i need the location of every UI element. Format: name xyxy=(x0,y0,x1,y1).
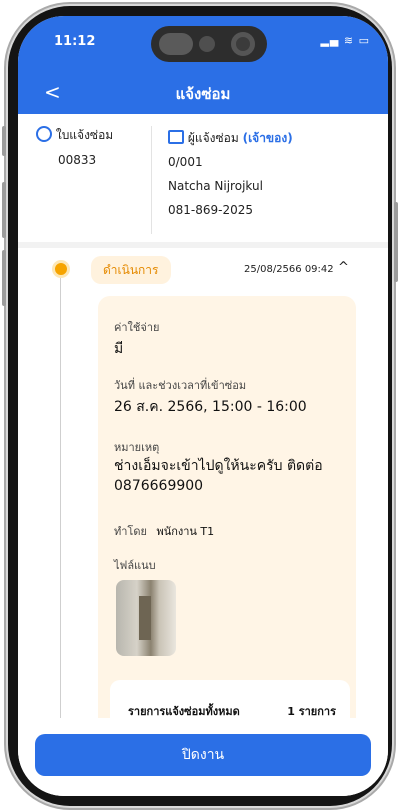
dynamic-island xyxy=(151,26,267,62)
collapse-chevron-icon[interactable]: ^ xyxy=(338,260,349,275)
timeline-datetime: 25/08/2566 09:42 xyxy=(244,264,334,275)
note-value: ช่างเอ็มจะเข้าไปดูให้นะครับ ติดต่อ 08766… xyxy=(114,458,323,494)
reporter-unit: 0/001 xyxy=(168,155,203,169)
reporter-label-row: ผู้แจ้งซ่อม (เจ้าของ) xyxy=(168,126,293,150)
schedule-value: 26 ส.ค. 2566, 15:00 - 16:00 xyxy=(114,399,307,415)
bottom-bar: ปิดงาน xyxy=(18,718,388,796)
request-icon xyxy=(36,126,52,142)
request-label: ใบแจ้งซ่อม xyxy=(55,128,114,142)
attachment-thumbnail[interactable] xyxy=(116,580,176,656)
reporter-block: ผู้แจ้งซ่อม (เจ้าของ) 0/001 Natcha Nijro… xyxy=(168,126,293,222)
volume-up-button xyxy=(2,182,6,238)
schedule-label: วันที่ และช่วงเวลาที่เข้าซ่อม xyxy=(114,379,247,392)
note-label: หมายเหตุ xyxy=(114,441,160,454)
timeline-line xyxy=(60,264,61,724)
performed-by-label: ทำโดย xyxy=(114,525,147,538)
divider xyxy=(151,126,152,234)
request-number: 00833 xyxy=(58,153,97,167)
app-header: 11:12 ▂▄ ≋ ▭ < แจ้งซ่อม xyxy=(18,16,388,114)
reporter-name: Natcha Nijrojkul xyxy=(168,179,263,193)
status-icons: ▂▄ ≋ ▭ xyxy=(320,34,370,47)
island-pill xyxy=(159,33,193,55)
page-title: แจ้งซ่อม xyxy=(175,85,231,103)
reporter-phone[interactable]: 081-869-2025 xyxy=(168,198,293,222)
performed-by-row: ทำโดย พนักงาน T1 xyxy=(114,522,214,540)
performed-by-value: พนักงาน T1 xyxy=(156,525,215,538)
home-icon xyxy=(168,130,184,144)
status-badge: ดำเนินการ xyxy=(91,256,171,284)
request-number-block: ใบแจ้งซ่อม 00833 xyxy=(36,126,113,167)
silent-switch xyxy=(2,126,6,156)
timeline-status-dot xyxy=(52,260,70,278)
close-job-button[interactable]: ปิดงาน xyxy=(35,734,371,776)
power-button xyxy=(394,202,398,282)
thumbnail-door xyxy=(139,596,151,640)
attachment-label: ไฟล์แนบ xyxy=(114,559,156,572)
request-label-row: ใบแจ้งซ่อม xyxy=(36,126,113,145)
island-dot xyxy=(199,36,215,52)
reporter-label: ผู้แจ้งซ่อม xyxy=(187,131,239,145)
cost-label: ค่าใช้จ่าย xyxy=(114,321,160,334)
cost-value: มี xyxy=(114,341,124,357)
volume-down-button xyxy=(2,250,6,306)
app-screen: 11:12 ▂▄ ≋ ▭ < แจ้งซ่อม ใบแจ้งซ่อม 00833… xyxy=(18,16,388,796)
status-time: 11:12 xyxy=(54,34,96,49)
section-divider xyxy=(18,242,388,248)
request-info: ใบแจ้งซ่อม 00833 ผู้แจ้งซ่อม (เจ้าของ) 0… xyxy=(18,114,388,242)
reporter-role: (เจ้าของ) xyxy=(242,131,293,145)
camera-icon xyxy=(231,32,255,56)
